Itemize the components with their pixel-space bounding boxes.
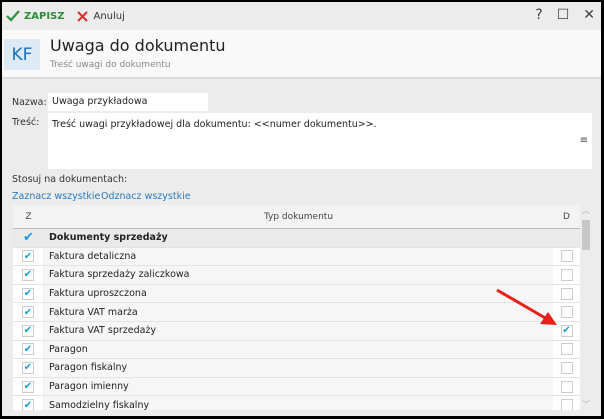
- red-arrow-annotation: [496, 288, 557, 325]
- dialog-window: ZAPISZ Anuluj ? ☐ ✕ KF Uwaga do dokument…: [2, 2, 601, 416]
